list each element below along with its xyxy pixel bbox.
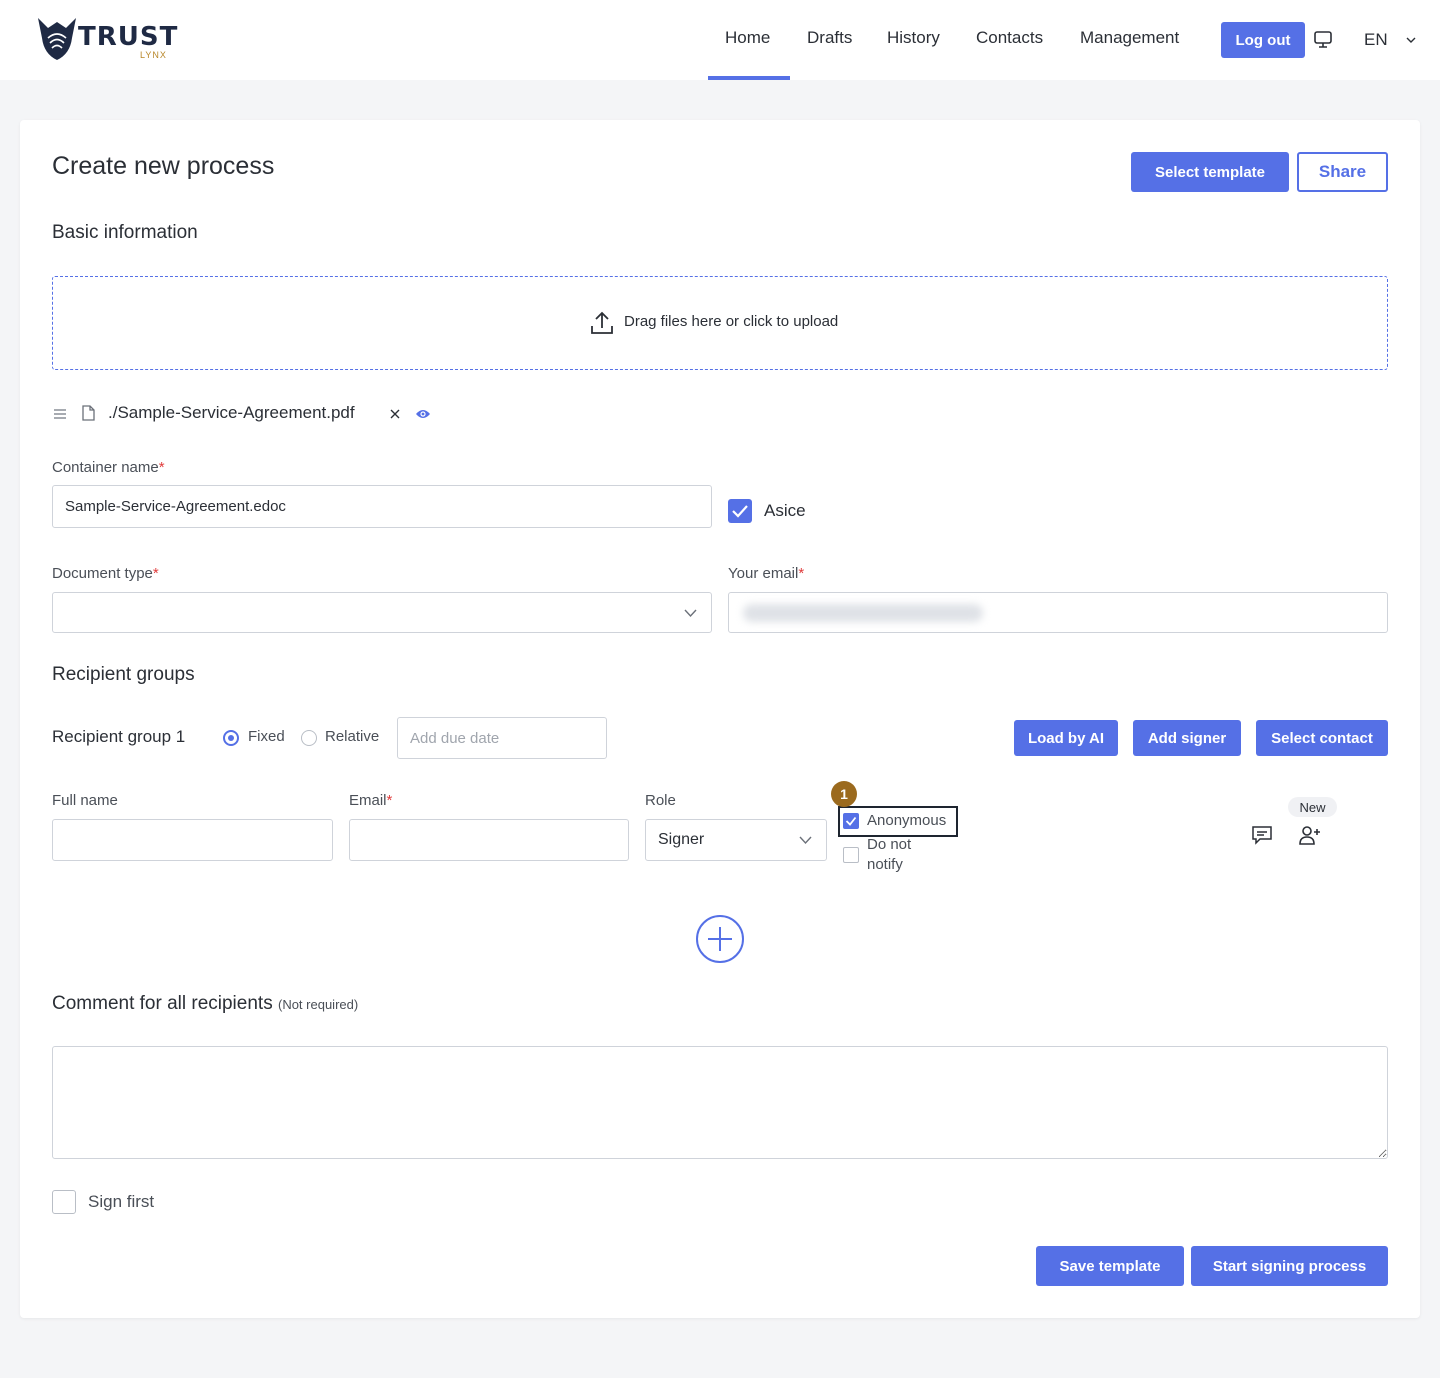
file-name: ./Sample-Service-Agreement.pdf xyxy=(108,403,355,422)
language-selector[interactable]: EN xyxy=(1364,30,1388,50)
role-select[interactable]: Signer xyxy=(645,819,827,861)
full-name-input[interactable] xyxy=(52,819,333,861)
save-template-button[interactable]: Save template xyxy=(1036,1246,1184,1286)
do-not-notify-checkbox[interactable] xyxy=(843,847,859,863)
nav-home[interactable]: Home xyxy=(725,28,770,48)
document-type-label: Document type* xyxy=(52,565,159,582)
add-signer-button[interactable]: Add signer xyxy=(1133,720,1241,756)
select-contact-button[interactable]: Select contact xyxy=(1256,720,1388,756)
check-icon xyxy=(732,505,748,518)
lynx-logo-icon xyxy=(38,18,76,60)
comment-textarea[interactable] xyxy=(52,1046,1388,1159)
your-email-input[interactable] xyxy=(728,592,1388,633)
monitor-icon[interactable] xyxy=(1313,30,1333,50)
start-signing-button[interactable]: Start signing process xyxy=(1191,1246,1388,1286)
relative-label: Relative xyxy=(325,728,380,745)
comment-note: (Not required) xyxy=(277,997,359,1012)
recipient-email-input[interactable] xyxy=(349,819,629,861)
fixed-radio[interactable] xyxy=(223,730,239,746)
drag-handle-icon[interactable] xyxy=(53,408,67,420)
anonymous-label: Anonymous xyxy=(867,812,947,829)
add-person-icon[interactable] xyxy=(1298,823,1322,847)
share-button[interactable]: Share xyxy=(1297,152,1388,192)
sign-first-checkbox[interactable] xyxy=(52,1190,76,1214)
container-name-label: Container name* xyxy=(52,459,165,476)
full-name-label: Full name xyxy=(52,792,118,809)
chevron-down-icon xyxy=(799,836,812,845)
do-not-notify-label: Do not xyxy=(867,836,912,853)
due-date-input[interactable] xyxy=(397,717,607,759)
chevron-down-icon xyxy=(684,609,697,617)
step-badge: 1 xyxy=(831,781,857,807)
check-icon xyxy=(845,816,857,826)
asice-label: Asice xyxy=(764,501,806,520)
load-by-ai-button[interactable]: Load by AI xyxy=(1014,720,1118,756)
sign-first-label: Sign first xyxy=(88,1192,155,1211)
container-name-input[interactable] xyxy=(52,485,712,528)
logo-text: TRUST xyxy=(78,22,179,52)
select-template-button[interactable]: Select template xyxy=(1131,152,1289,192)
email-label: Email* xyxy=(349,792,393,809)
chevron-down-icon[interactable] xyxy=(1405,34,1417,46)
your-email-label: Your email* xyxy=(728,565,805,582)
preview-eye-icon[interactable] xyxy=(415,407,431,421)
role-value: Signer xyxy=(658,831,705,848)
role-label: Role xyxy=(645,792,676,809)
file-icon xyxy=(82,405,95,421)
recipient-group-label: Recipient group 1 xyxy=(52,727,186,746)
blurred-email-value xyxy=(743,604,983,622)
recipient-groups-title: Recipient groups xyxy=(52,664,195,685)
anonymous-checkbox[interactable] xyxy=(843,813,859,829)
new-badge: New xyxy=(1288,797,1337,817)
page-title: Create new process xyxy=(52,152,275,180)
nav-drafts[interactable]: Drafts xyxy=(807,28,852,48)
nav-management[interactable]: Management xyxy=(1080,28,1179,48)
fixed-label: Fixed xyxy=(248,728,285,745)
basic-info-title: Basic information xyxy=(52,222,198,243)
asice-checkbox[interactable] xyxy=(728,499,752,523)
nav-history[interactable]: History xyxy=(887,28,940,48)
remove-file-icon[interactable] xyxy=(390,409,400,419)
logout-button[interactable]: Log out xyxy=(1221,22,1305,58)
upload-label: Drag files here or click to upload xyxy=(624,313,839,330)
document-type-select[interactable] xyxy=(52,592,712,633)
top-header: TRUST LYNX Home Drafts History Contacts … xyxy=(0,0,1440,80)
nav-active-indicator xyxy=(708,76,790,80)
do-not-notify-label-line2: notify xyxy=(867,856,903,873)
upload-icon xyxy=(591,311,613,334)
comment-icon[interactable] xyxy=(1251,824,1273,846)
relative-radio[interactable] xyxy=(301,730,317,746)
nav-contacts[interactable]: Contacts xyxy=(976,28,1043,48)
add-group-plus-icon[interactable] xyxy=(695,914,745,964)
comment-title: Comment for all recipients (Not required… xyxy=(52,993,359,1014)
logo-subtext: LYNX xyxy=(140,50,167,60)
trust-lynx-logo[interactable]: TRUST LYNX xyxy=(36,16,186,64)
